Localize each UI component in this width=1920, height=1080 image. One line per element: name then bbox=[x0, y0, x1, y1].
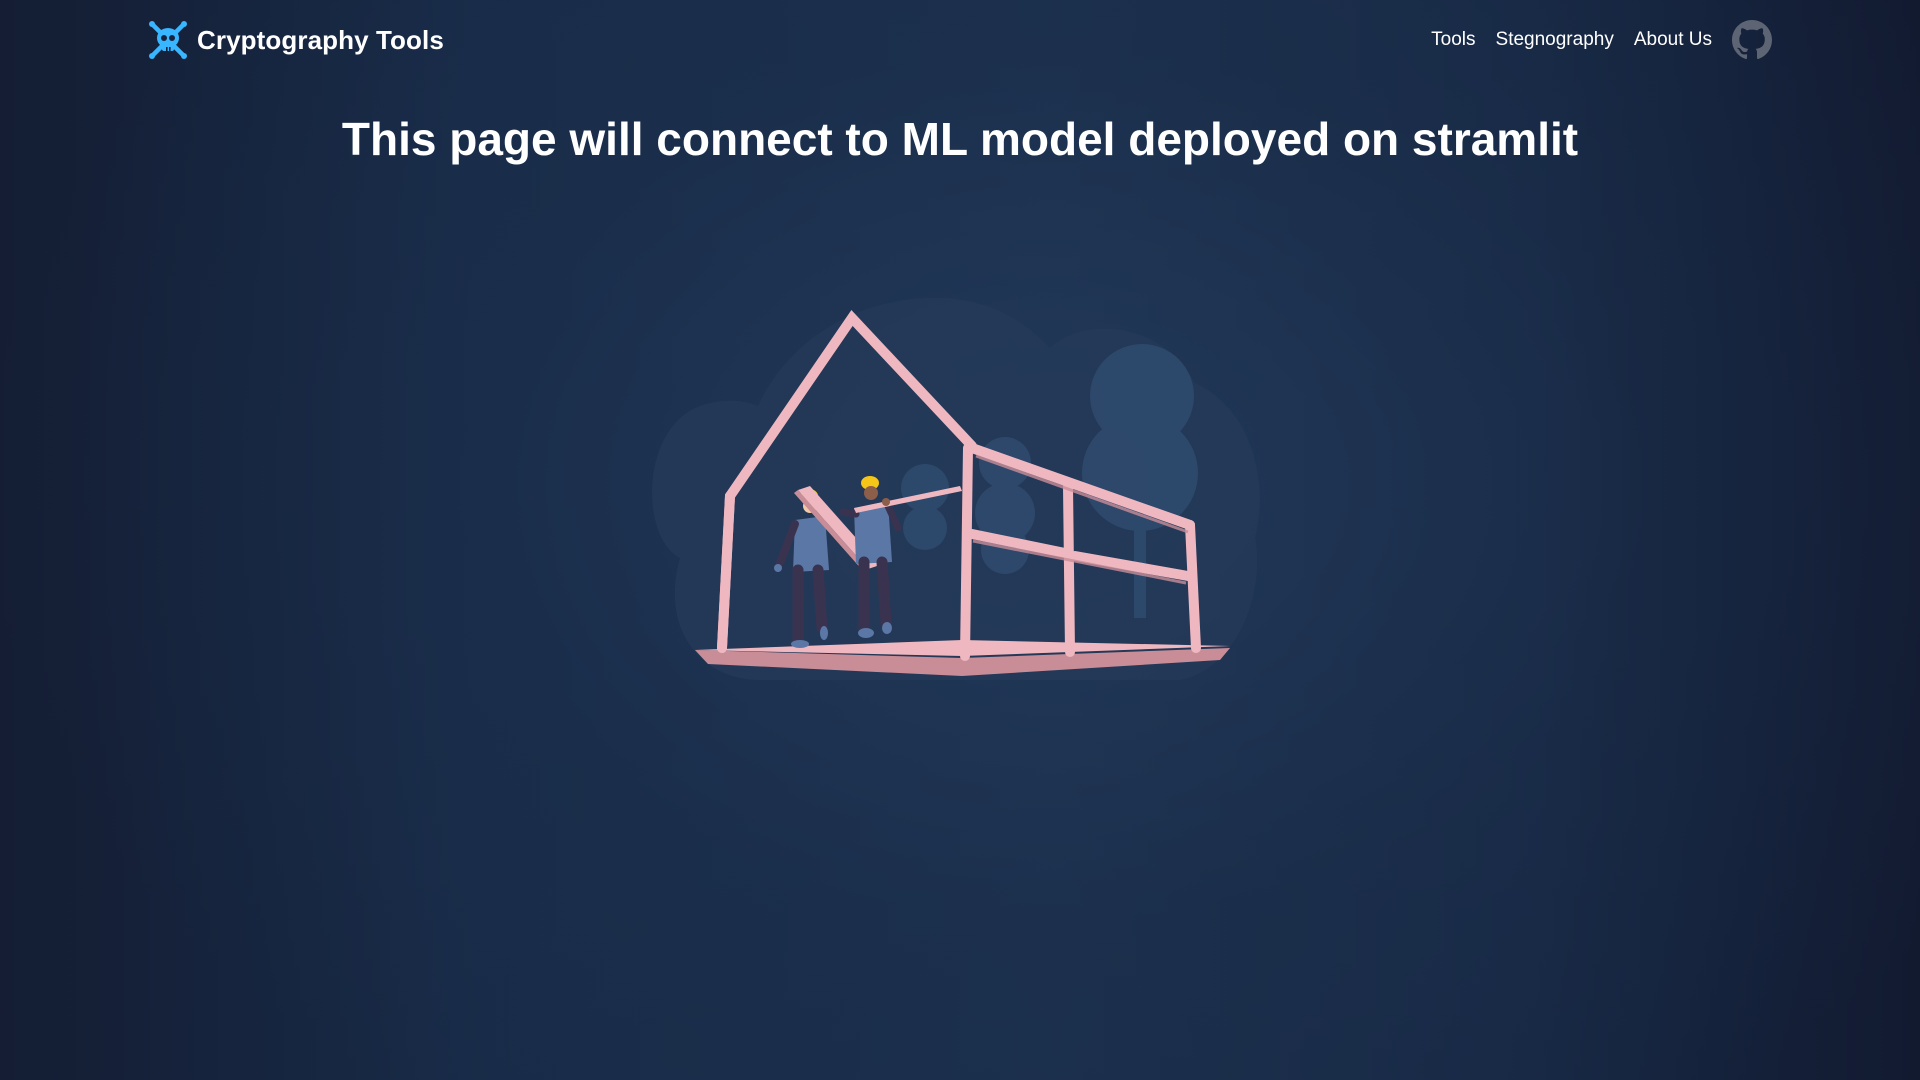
nav-link-stegnography[interactable]: Stegnography bbox=[1496, 29, 1614, 51]
under-construction-illustration bbox=[640, 288, 1280, 688]
github-icon[interactable] bbox=[1732, 20, 1772, 60]
nav-link-tools[interactable]: Tools bbox=[1431, 29, 1475, 51]
brand-title: Cryptography Tools bbox=[197, 24, 444, 55]
page-title: This page will connect to ML model deplo… bbox=[341, 113, 1579, 165]
skull-crossbones-icon bbox=[147, 19, 189, 61]
navbar: Cryptography Tools Tools Stegnography Ab… bbox=[0, 0, 1920, 80]
brand-link[interactable]: Cryptography Tools bbox=[147, 18, 444, 62]
nav-link-about-us[interactable]: About Us bbox=[1634, 29, 1712, 51]
nav-links: Tools Stegnography About Us bbox=[1411, 18, 1772, 62]
